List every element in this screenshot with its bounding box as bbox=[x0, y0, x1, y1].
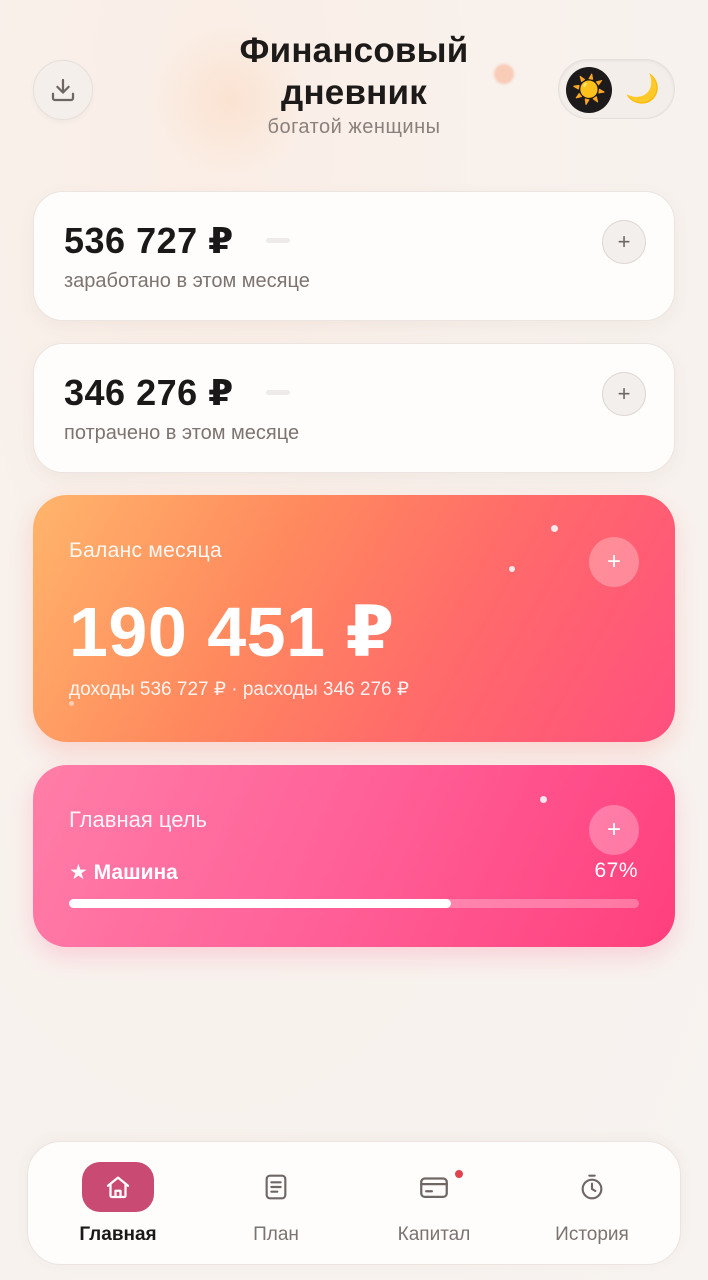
nav-icon-wrapper bbox=[556, 1162, 628, 1212]
nav-label: Главная bbox=[79, 1224, 157, 1245]
nav-item-plan[interactable]: План bbox=[201, 1142, 351, 1266]
add-goal-button[interactable]: + bbox=[589, 805, 639, 855]
document-icon bbox=[265, 1174, 287, 1200]
balance-summary: доходы 536 727 ₽ · расходы 346 276 ₽ bbox=[69, 679, 409, 700]
moon-icon: 🌙 bbox=[625, 73, 660, 104]
nav-label: План bbox=[253, 1224, 299, 1245]
expense-amount: 346 276 ₽ bbox=[64, 372, 234, 413]
add-income-button[interactable]: + bbox=[602, 220, 646, 264]
add-balance-button[interactable]: + bbox=[589, 537, 639, 587]
bottom-nav: Главная План Капитал История bbox=[27, 1141, 681, 1265]
goal-progress-fill bbox=[69, 899, 451, 908]
nav-item-history[interactable]: История bbox=[517, 1142, 667, 1266]
theme-toggle[interactable]: ☀️ 🌙 bbox=[558, 59, 675, 119]
income-amount: 536 727 ₽ bbox=[64, 220, 234, 261]
goal-percent: 67% bbox=[594, 859, 638, 882]
income-card[interactable]: 536 727 ₽ заработано в этом месяце + bbox=[33, 191, 675, 321]
sparkle bbox=[540, 796, 547, 803]
nav-icon-wrapper bbox=[240, 1162, 312, 1212]
notification-badge bbox=[453, 1168, 465, 1180]
balance-label: Баланс месяца bbox=[69, 539, 222, 562]
goal-card[interactable]: Главная цель + ★ Машина 67% bbox=[33, 765, 675, 947]
goal-label: Главная цель bbox=[69, 807, 208, 832]
nav-label: История bbox=[555, 1224, 629, 1245]
sparkle bbox=[69, 701, 74, 706]
nav-label: Капитал bbox=[397, 1224, 471, 1245]
balance-card[interactable]: Баланс месяца 190 451 ₽ доходы 536 727 ₽… bbox=[33, 495, 675, 742]
expense-card[interactable]: 346 276 ₽ потрачено в этом месяце + bbox=[33, 343, 675, 473]
income-label: заработано в этом месяце bbox=[64, 270, 310, 292]
balance-amount: 190 451 ₽ bbox=[69, 593, 395, 671]
expense-label: потрачено в этом месяце bbox=[64, 422, 300, 444]
home-icon bbox=[106, 1176, 130, 1199]
sparkle bbox=[509, 566, 515, 572]
add-expense-button[interactable]: + bbox=[602, 372, 646, 416]
nav-item-home[interactable]: Главная bbox=[43, 1142, 193, 1266]
nav-item-capital[interactable]: Капитал bbox=[359, 1142, 509, 1266]
nav-icon-wrapper bbox=[82, 1162, 154, 1212]
stopwatch-icon bbox=[581, 1174, 603, 1200]
goal-name: ★ Машина bbox=[69, 861, 178, 884]
sparkle bbox=[551, 525, 558, 532]
goal-progress-bar bbox=[69, 899, 639, 908]
card-icon bbox=[420, 1177, 448, 1199]
app-subtitle: богатой женщины bbox=[267, 116, 441, 138]
sun-icon: ☀️ bbox=[566, 67, 612, 113]
expense-decoration bbox=[266, 390, 290, 395]
income-decoration bbox=[266, 238, 290, 243]
